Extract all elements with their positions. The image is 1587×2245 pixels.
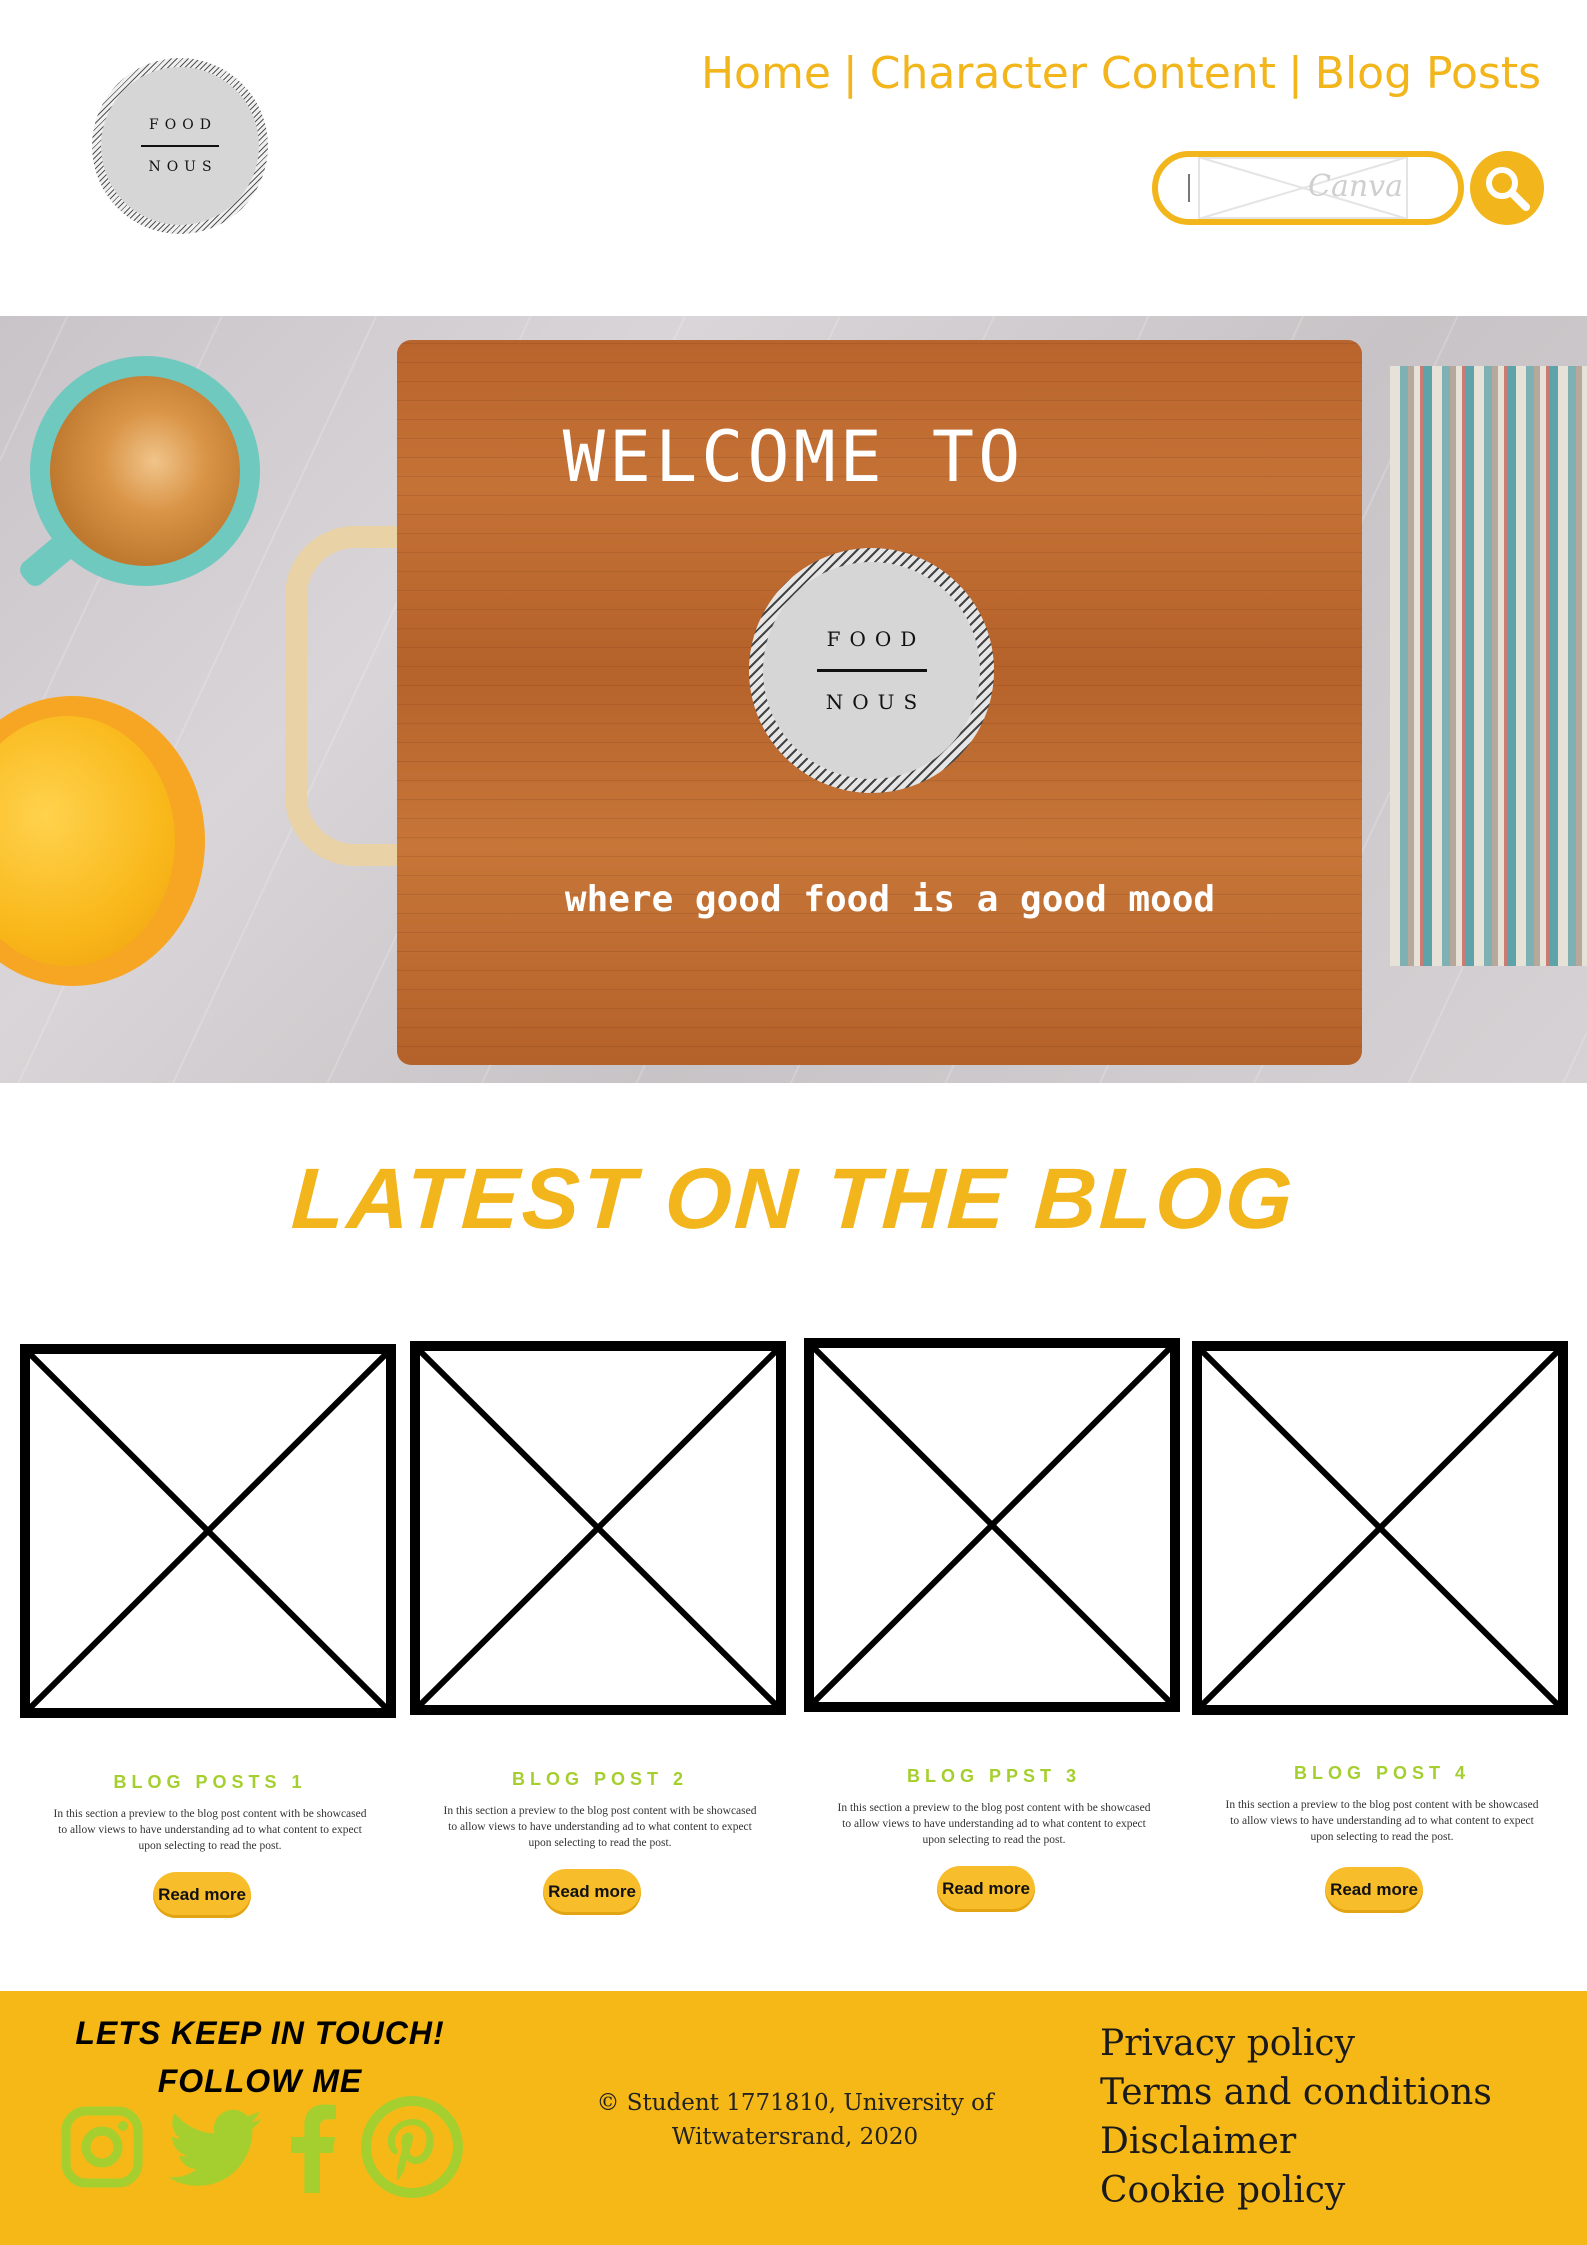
image-placeholder-icon	[420, 1351, 776, 1705]
image-placeholder-icon	[1202, 1351, 1558, 1705]
footer-links: Privacy policy Terms and conditions Disc…	[1100, 2019, 1492, 2215]
site-footer: LETS KEEP IN TOUCH! FOLLOW ME © Student …	[0, 1991, 1587, 2245]
search-placeholder: Canva	[1308, 169, 1403, 204]
facebook-icon[interactable]	[288, 2103, 338, 2198]
read-more-button[interactable]: Read more	[937, 1866, 1035, 1912]
read-more-button[interactable]: Read more	[543, 1869, 641, 1915]
post-preview: In this section a preview to the blog po…	[53, 1808, 367, 1852]
keep-in-touch-line: LETS KEEP IN TOUCH!	[75, 2015, 445, 2051]
search-icon	[1486, 167, 1530, 211]
twitter-icon[interactable]	[168, 2109, 264, 2194]
cookie-policy-link[interactable]: Cookie policy	[1100, 2166, 1492, 2215]
search-input[interactable]: Canva	[1152, 151, 1464, 225]
image-placeholder-icon	[814, 1348, 1170, 1702]
hero-logo-word-nous: NOUS	[825, 690, 927, 714]
copyright-text: © Student 1771810, University of Witwate…	[596, 2090, 994, 2150]
text-caret	[1188, 174, 1190, 202]
disclaimer-link[interactable]: Disclaimer	[1100, 2117, 1492, 2166]
nav-blog-posts[interactable]: Blog Posts	[1315, 48, 1541, 99]
pinterest-icon[interactable]	[360, 2095, 464, 2204]
hero-logo: FOOD NOUS	[749, 548, 994, 793]
post-title[interactable]: BLOG POST 4	[1192, 1763, 1572, 1784]
read-more-button[interactable]: Read more	[1325, 1867, 1423, 1913]
logo-divider	[141, 145, 219, 147]
social-links	[60, 2096, 480, 2211]
nav-separator: |	[842, 48, 858, 99]
main-nav: Home | Character Content | Blog Posts	[701, 48, 1541, 99]
post-title[interactable]: BLOG PPST 3	[804, 1766, 1184, 1787]
board-rope-handle	[285, 526, 405, 866]
keep-in-touch-heading: LETS KEEP IN TOUCH! FOLLOW ME	[60, 2009, 460, 2105]
post-image-placeholder[interactable]	[804, 1338, 1180, 1712]
hero-tagline: where good food is a good mood	[564, 879, 1216, 920]
hero-logo-badge: FOOD NOUS	[763, 562, 980, 779]
post-preview: In this section a preview to the blog po…	[837, 1802, 1151, 1846]
hero-banner: WELCOME TO FOOD NOUS where good food is …	[0, 316, 1587, 1083]
post-preview: In this section a preview to the blog po…	[1225, 1799, 1539, 1843]
privacy-policy-link[interactable]: Privacy policy	[1100, 2019, 1492, 2068]
post-image-placeholder[interactable]	[1192, 1341, 1568, 1715]
logo-word-nous: NOUS	[148, 159, 218, 175]
post-image-placeholder[interactable]	[20, 1344, 396, 1718]
post-title[interactable]: BLOG POSTS 1	[20, 1772, 400, 1793]
image-placeholder-icon	[30, 1354, 386, 1708]
hero-logo-word-food: FOOD	[826, 627, 926, 651]
nav-separator: |	[1287, 48, 1303, 99]
latest-title: LATEST ON THE BLOG	[289, 1151, 1298, 1247]
logo-badge: FOOD NOUS	[101, 67, 259, 225]
search-button[interactable]	[1470, 151, 1544, 225]
read-more-button[interactable]: Read more	[153, 1872, 251, 1918]
terms-link[interactable]: Terms and conditions	[1100, 2068, 1492, 2117]
logo-word-food: FOOD	[149, 117, 217, 133]
nav-character-content[interactable]: Character Content	[870, 48, 1276, 99]
post-title[interactable]: BLOG POST 2	[410, 1769, 790, 1790]
hero-logo-divider	[816, 669, 927, 672]
hero-welcome: WELCOME TO	[562, 416, 1025, 498]
instagram-icon[interactable]	[60, 2105, 144, 2194]
site-logo[interactable]: FOOD NOUS	[92, 58, 268, 234]
post-image-placeholder[interactable]	[410, 1341, 786, 1715]
post-preview: In this section a preview to the blog po…	[443, 1805, 757, 1849]
nav-home[interactable]: Home	[701, 48, 831, 99]
